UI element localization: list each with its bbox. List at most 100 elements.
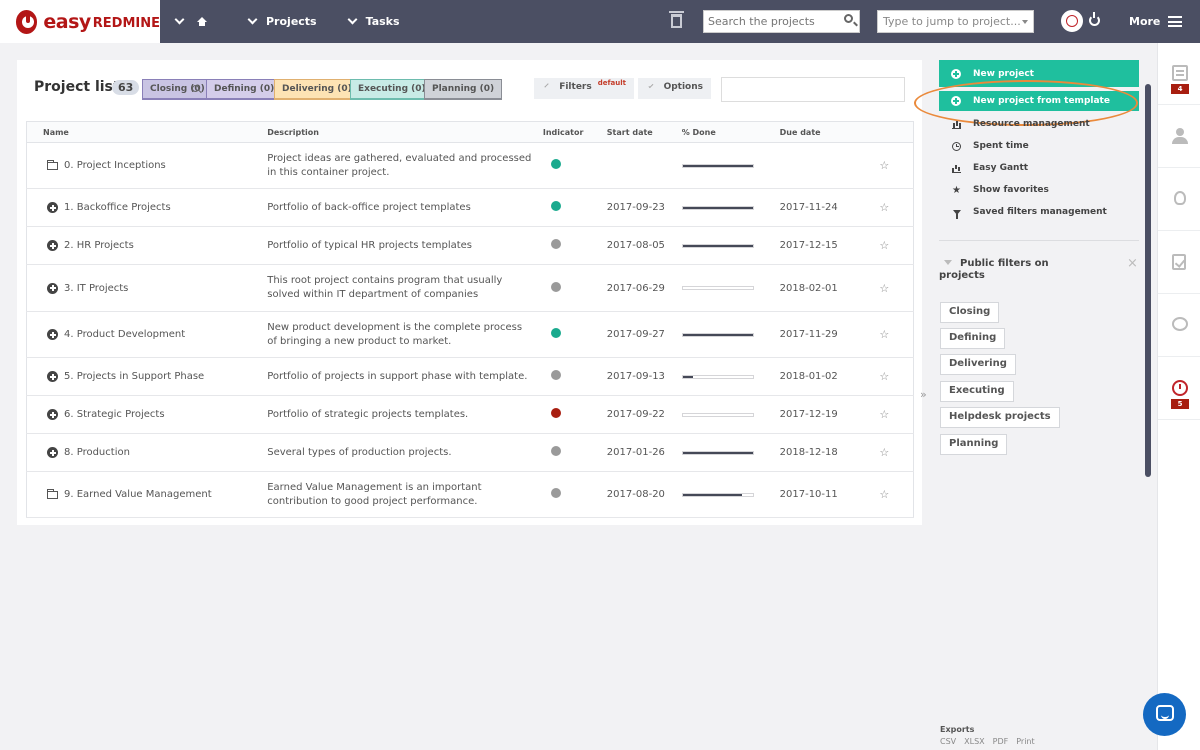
news-icon [1172,65,1188,81]
table-row[interactable]: 8. Production Several types of production… [26,433,914,472]
star-outline-icon[interactable]: ☆ [879,328,889,341]
table-row[interactable]: 1. Backoffice Projects Portfolio of back-… [26,188,914,227]
due-date: 2017-10-11 [779,471,866,518]
sidebar-item-easy-gantt[interactable]: Easy Gantt [952,157,1107,179]
plus-icon[interactable] [47,409,58,420]
rail-news[interactable]: 4 [1158,43,1200,105]
more-menu[interactable]: More [1129,15,1160,28]
public-filter-planning[interactable]: Planning [940,434,1008,455]
jump-to-project-select[interactable]: Type to jump to project... [877,10,1034,33]
rail-ideas[interactable] [1158,169,1200,231]
column-header[interactable]: Start date [606,121,682,143]
project-name-link[interactable]: 3. IT Projects [64,283,128,294]
done-cell [681,357,780,396]
public-filter-closing[interactable]: Closing [940,302,1000,323]
search-icon[interactable] [192,85,199,92]
live-chat-button[interactable] [1143,693,1186,736]
public-filter-helpdesk[interactable]: Helpdesk projects [940,407,1060,428]
project-name-link[interactable]: 5. Projects in Support Phase [64,371,204,382]
logo-easy: easy [43,10,91,33]
status-indicator-dot [550,370,561,380]
search-projects-input[interactable] [703,10,860,33]
sidebar-menu: Resource management Spent time Easy Gant… [952,113,1107,223]
project-name-link[interactable]: 4. Product Development [64,329,185,340]
tag-executing[interactable]: Executing (0) [350,79,434,100]
star-outline-icon[interactable]: ☆ [879,282,889,295]
tag-closing[interactable]: Closing (0) [142,79,213,100]
options-button[interactable]: Options [638,78,711,99]
collapse-sidebar-icon[interactable]: » [920,388,927,401]
plus-icon[interactable] [47,329,58,340]
table-row[interactable]: 9. Earned Value Management Earned Value M… [26,471,914,518]
project-name-cell: 2. HR Projects [26,226,268,265]
project-name-link[interactable]: 2. HR Projects [64,240,134,251]
plus-icon[interactable] [47,282,58,294]
column-header[interactable]: Due date [779,121,866,143]
rail-user[interactable] [1158,106,1200,168]
lifebuoy-icon[interactable] [1061,10,1083,32]
logo[interactable]: easy REDMINE [0,0,160,43]
export-xlsx-link[interactable]: XLSX [964,737,985,746]
plus-icon[interactable] [47,202,58,213]
due-date: 2017-12-15 [779,226,866,265]
table-row[interactable]: 5. Projects in Support Phase Portfolio of… [26,357,914,396]
nav-tasks[interactable]: Tasks [333,0,416,43]
project-name-link[interactable]: 8. Production [64,447,130,458]
plus-icon[interactable] [47,371,58,382]
trash-icon[interactable] [669,11,684,28]
timer-icon [1172,380,1188,396]
rail-timer[interactable]: 5 [1158,358,1200,420]
plus-circle-icon [951,68,961,79]
export-print-link[interactable]: Print [1016,737,1034,746]
table-row[interactable]: 3. IT Projects This root project contains… [26,264,914,312]
plus-icon[interactable] [47,240,58,251]
sidebar-item-show-favorites[interactable]: ★ Show favorites [952,179,1107,201]
tag-delivering[interactable]: Delivering (0) [274,79,360,100]
public-filter-executing[interactable]: Executing [940,381,1014,402]
favorite-cell: ☆ [865,357,914,396]
export-pdf-link[interactable]: PDF [993,737,1009,746]
star-outline-icon[interactable]: ☆ [879,239,889,252]
column-header[interactable]: % Done [681,121,780,143]
export-csv-link[interactable]: CSV [940,737,956,746]
plus-icon[interactable] [47,447,58,458]
column-header[interactable]: Indicator [542,121,607,143]
table-row[interactable]: 2. HR Projects Portfolio of typical HR pr… [26,226,914,265]
table-row[interactable]: 6. Strategic Projects Portfolio of strate… [26,395,914,434]
hamburger-icon[interactable] [1168,16,1182,27]
list-search-input[interactable] [721,77,905,102]
star-outline-icon[interactable]: ☆ [879,159,889,172]
rail-tasks[interactable] [1158,232,1200,294]
sidebar-divider [939,240,1139,241]
power-icon[interactable] [1089,12,1100,26]
project-name-link[interactable]: 9. Earned Value Management [64,489,212,500]
nav-projects[interactable]: Projects [233,0,333,43]
project-name-link[interactable]: 1. Backoffice Projects [64,202,171,213]
column-header[interactable]: Description [267,121,543,143]
folder-icon[interactable] [47,488,58,499]
sidebar-item-resource-management[interactable]: Resource management [952,113,1107,135]
star-outline-icon[interactable]: ☆ [879,488,889,501]
star-outline-icon[interactable]: ☆ [879,370,889,383]
close-icon[interactable]: × [1127,256,1138,271]
public-filter-defining[interactable]: Defining [940,328,1006,349]
column-header[interactable]: Name [26,121,268,143]
public-filter-delivering[interactable]: Delivering [940,354,1016,375]
table-row[interactable]: 4. Product Development New product develo… [26,311,914,358]
nav-home[interactable] [160,0,223,43]
sidebar-item-spent-time[interactable]: Spent time [952,135,1107,157]
tag-planning[interactable]: Planning (0) [424,79,503,100]
filters-button[interactable]: Filters default [534,78,634,99]
table-row[interactable]: 0. Project Inceptions Project ideas are g… [26,142,914,189]
tag-defining[interactable]: Defining (0) [206,79,283,100]
rail-chat[interactable] [1158,295,1200,357]
star-outline-icon[interactable]: ☆ [879,446,889,459]
star-outline-icon[interactable]: ☆ [879,408,889,421]
search-icon[interactable] [844,14,853,23]
sidebar-item-saved-filters[interactable]: Saved filters management [952,201,1107,223]
star-outline-icon[interactable]: ☆ [879,201,889,214]
folder-icon[interactable] [47,159,58,170]
project-name-link[interactable]: 6. Strategic Projects [64,409,165,420]
project-name-link[interactable]: 0. Project Inceptions [64,160,166,171]
sidebar-scrollbar[interactable] [1145,84,1151,477]
